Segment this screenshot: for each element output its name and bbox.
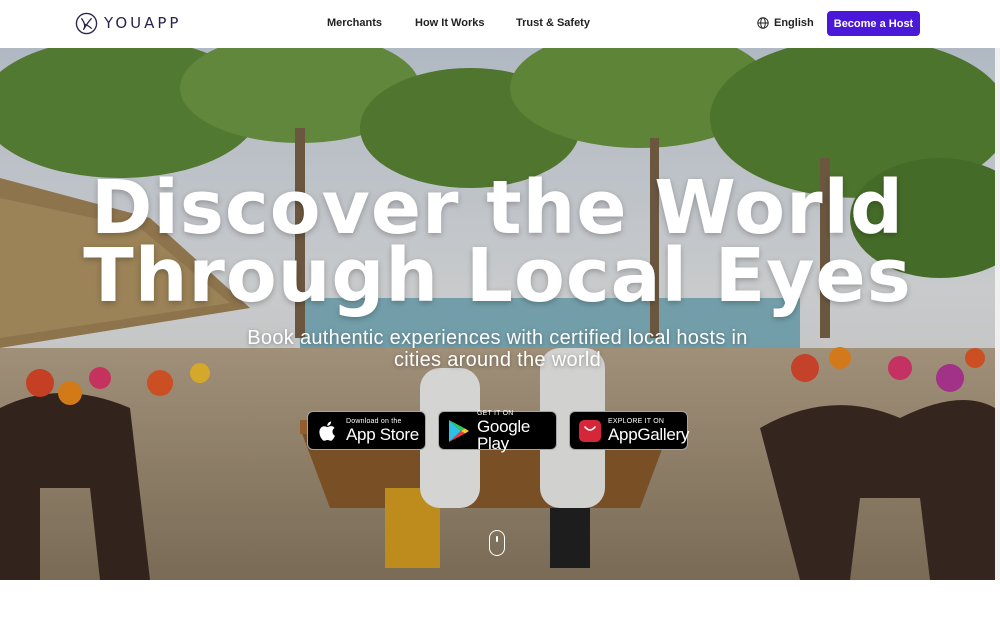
scroll-wheel: [496, 536, 498, 542]
app-gallery-small-text: EXPLORE IT ON: [608, 418, 665, 425]
nav-how-it-works[interactable]: How It Works: [415, 16, 484, 30]
app-store-big-text: App Store: [346, 425, 419, 444]
mouse-scroll-icon[interactable]: [489, 530, 505, 556]
huawei-icon: [578, 419, 602, 443]
hero-section: Discover the World Through Local Eyes Bo…: [0, 48, 995, 580]
google-play-button[interactable]: GET IT ON Google Play: [438, 409, 557, 453]
hero-title: Discover the World Through Local Eyes: [0, 171, 995, 313]
google-play-icon: [447, 419, 471, 443]
language-selector[interactable]: English: [757, 16, 814, 30]
store-badges: Download on the App Store GET IT ON Goog…: [307, 409, 690, 453]
app-gallery-big-text: AppGallery: [608, 425, 690, 444]
brand-name: YOUAPP: [104, 14, 182, 32]
logo-icon: [75, 12, 98, 34]
app-store-button[interactable]: Download on the App Store: [307, 411, 426, 450]
nav-trust-safety[interactable]: Trust & Safety: [516, 16, 590, 30]
become-host-button[interactable]: Become a Host: [827, 11, 920, 36]
google-play-small-text: GET IT ON: [477, 409, 514, 417]
apple-icon: [316, 419, 340, 443]
language-label: English: [774, 17, 814, 29]
globe-icon: [757, 17, 769, 29]
page-scrollbar[interactable]: [995, 48, 1000, 580]
site-header: YOUAPP Merchants How It Works Trust & Sa…: [0, 0, 1000, 48]
hero-subtitle: Book authentic experiences with certifie…: [247, 327, 748, 371]
brand-logo[interactable]: YOUAPP: [75, 11, 181, 35]
nav-merchants[interactable]: Merchants: [327, 16, 382, 30]
hero-title-line-2: Through Local Eyes: [83, 233, 912, 319]
google-play-big-text: Google Play: [477, 416, 531, 453]
app-store-small-text: Download on the: [346, 418, 402, 425]
app-gallery-button[interactable]: EXPLORE IT ON AppGallery: [569, 411, 690, 450]
